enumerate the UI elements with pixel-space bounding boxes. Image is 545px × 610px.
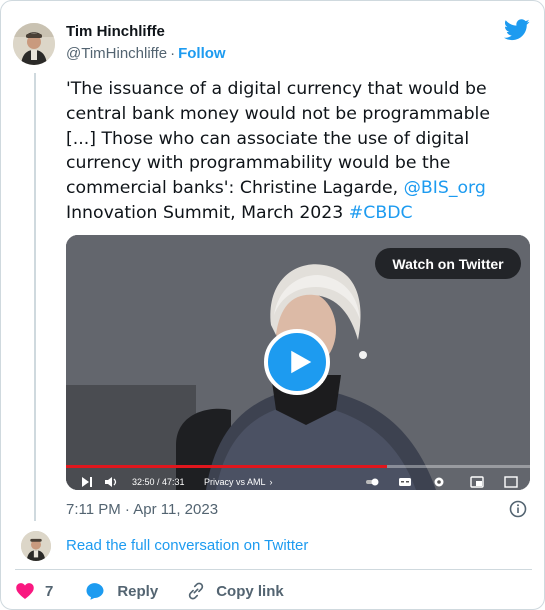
hashtag-link[interactable]: #CBDC	[349, 203, 413, 223]
author-name[interactable]: Tim Hinchliffe	[66, 23, 165, 40]
autoplay-toggle[interactable]	[366, 475, 380, 489]
video-controls: 32:50 / 47:31 Privacy vs AML ›	[66, 475, 530, 490]
heart-icon	[16, 583, 34, 599]
video-progress-fill	[66, 465, 387, 468]
author-avatar[interactable]	[13, 23, 55, 65]
mention-link[interactable]: @BIS_org	[404, 178, 486, 198]
watch-on-twitter-button[interactable]: Watch on Twitter	[375, 248, 521, 279]
author-handle[interactable]: @TimHinchliffe	[66, 45, 167, 62]
volume-icon	[105, 477, 117, 487]
chevron-right-icon: ›	[269, 477, 273, 487]
like-button[interactable]: 7	[15, 581, 53, 601]
divider	[15, 569, 532, 570]
author-handle-row: @TimHinchliffe · Follow	[66, 45, 226, 62]
follow-button[interactable]: Follow	[178, 45, 226, 62]
skip-next-button[interactable]	[80, 475, 94, 489]
tweet-timestamp[interactable]: 7:11 PM · Apr 11, 2023	[66, 501, 218, 518]
fullscreen-icon	[504, 476, 518, 488]
tweet-text: 'The issuance of a digital currency that…	[66, 77, 516, 226]
video-player[interactable]: Watch on Twitter 32:50 / 47:31 Privacy v…	[66, 235, 530, 490]
chapter-title-label: Privacy vs AML	[204, 477, 266, 487]
miniplayer-button[interactable]	[470, 475, 484, 489]
twitter-bird-icon[interactable]	[504, 19, 530, 41]
settings-button[interactable]	[432, 475, 446, 489]
tweet-body-text-continued: Innovation Summit, March 2023	[66, 202, 349, 223]
fullscreen-button[interactable]	[504, 475, 518, 489]
volume-button[interactable]	[104, 475, 118, 489]
skip-next-icon	[82, 477, 92, 487]
copy-link-button[interactable]: Copy link	[186, 581, 284, 601]
conversation-avatar	[21, 531, 51, 561]
play-button[interactable]	[264, 329, 330, 395]
video-time-display: 32:50 / 47:31	[132, 477, 185, 487]
separator-dot: ·	[170, 45, 176, 62]
link-icon	[189, 582, 204, 600]
chapter-title[interactable]: Privacy vs AML ›	[204, 475, 273, 489]
captions-icon	[399, 478, 411, 486]
video-progress-track[interactable]	[66, 465, 530, 468]
tweet-actions: 7 Reply Copy link	[15, 579, 284, 603]
info-icon[interactable]	[509, 500, 527, 518]
tweet-embed-card: Tim Hinchliffe @TimHinchliffe · Follow 'Th…	[0, 0, 545, 610]
play-icon	[290, 350, 311, 374]
gear-icon	[434, 477, 444, 487]
copy-link-label: Copy link	[216, 582, 284, 600]
reply-icon	[86, 583, 104, 600]
captions-button[interactable]	[398, 475, 412, 489]
autoplay-icon	[366, 478, 379, 486]
like-count: 7	[45, 582, 54, 600]
read-full-conversation-link[interactable]: Read the full conversation on Twitter	[66, 537, 308, 554]
reply-button[interactable]: Reply	[85, 581, 158, 601]
reply-label: Reply	[117, 582, 159, 600]
thread-line	[34, 73, 36, 521]
miniplayer-icon	[470, 476, 484, 488]
